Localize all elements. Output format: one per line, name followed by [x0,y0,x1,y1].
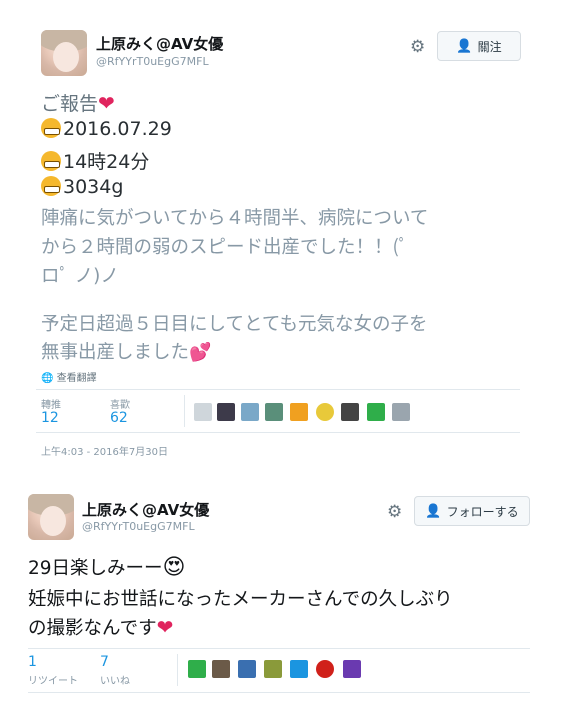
tweet-line: 妊娠中にお世話になったメーカーさんでの久しぶり [28,589,453,610]
timestamp[interactable]: 上午4:03 - 2016年7月30日 [41,443,168,458]
follow-button[interactable]: 👤 關注 [437,31,521,61]
avatar[interactable] [41,30,87,76]
user-handle[interactable]: @RfYYrT0uEgG7MFL [82,520,195,533]
liker-avatar[interactable] [392,403,410,421]
tweet-line: 29日楽しみーー😍 [28,554,185,580]
tweet-card-2: 上原みく@AV女優 @RfYYrT0uEgG7MFL ⚙ 👤 フォローする 29… [0,470,562,708]
heart-emoji: 💕 [189,342,212,363]
add-user-icon: 👤 [456,38,473,54]
liker-avatar[interactable] [188,660,206,678]
tweet-line: から２時間の弱のスピード出産でした！！(ﾟ [41,237,409,258]
liker-avatar[interactable] [316,660,334,678]
add-user-icon: 👤 [425,503,442,519]
liker-avatar[interactable] [217,403,235,421]
gear-icon[interactable]: ⚙ [410,37,425,57]
divider [28,692,530,693]
tweet-line-text: 2016.07.29 [63,118,172,140]
divider [28,648,530,649]
retweets-count[interactable]: 1 [28,654,37,670]
gear-icon[interactable]: ⚙ [387,502,402,522]
retweets-label[interactable]: 轉推 [41,396,61,411]
liker-avatar[interactable] [343,660,361,678]
liker-avatar[interactable] [212,660,230,678]
user-handle[interactable]: @RfYYrT0uEgG7MFL [96,55,209,68]
divider [177,654,178,686]
tweet-line: ロﾟ ノ)ノ [41,266,119,287]
tweet-line: 2016.07.29 [41,118,172,140]
tweet-line: 3034g [41,176,123,198]
divider [184,395,185,427]
liker-avatar[interactable] [290,403,308,421]
liker-avatar[interactable] [264,660,282,678]
liker-avatar[interactable] [241,403,259,421]
tweet-line: の撮影なんです❤ [28,614,173,640]
likes-count[interactable]: 62 [110,410,128,426]
tweet-line: ご報告❤ [41,89,115,116]
tweet-line: 予定日超過５日目にしてとても元気な女の子を [41,314,428,335]
divider [36,432,520,433]
avatar[interactable] [28,494,74,540]
follow-button-label: フォローする [446,504,519,519]
grinning-face-emoji [41,118,61,138]
heart-eyes-emoji: 😍 [162,555,186,580]
tweet-line: 無事出産しました💕 [41,338,211,364]
heart-emoji: ❤ [98,91,115,115]
grinning-face-emoji [41,176,61,196]
tweet-line-text: 3034g [63,176,124,198]
liker-avatar[interactable] [265,403,283,421]
likes-count[interactable]: 7 [100,654,109,670]
liker-avatar[interactable] [341,403,359,421]
likes-label[interactable]: 喜歡 [110,396,130,411]
tweet-line-text: 無事出産しました [41,342,190,363]
tweet-line-text: 14時24分 [63,151,150,173]
display-name[interactable]: 上原みく@AV女優 [82,499,209,520]
follow-button[interactable]: 👤 フォローする [414,496,530,526]
divider [36,389,520,390]
translate-label: 查看翻譯 [56,373,97,384]
retweets-count[interactable]: 12 [41,410,59,426]
tweet-line-text: 29日楽しみーー [28,558,163,579]
liker-avatar[interactable] [194,403,212,421]
translate-link[interactable]: 🌐 查看翻譯 [41,369,97,384]
liker-avatar[interactable] [290,660,308,678]
liker-avatar[interactable] [238,660,256,678]
globe-icon: 🌐 [41,373,54,384]
liker-avatar[interactable] [316,403,334,421]
retweets-label[interactable]: リツイート [28,672,78,687]
tweet-line: 14時24分 [41,147,149,174]
grinning-face-emoji [41,151,61,171]
tweet-card-1: 上原みく@AV女優 @RfYYrT0uEgG7MFL ⚙ 👤 關注 ご報告❤ 2… [0,0,562,470]
tweet-line-text: の撮影なんです [28,618,157,639]
liker-avatar[interactable] [367,403,385,421]
tweet-line-text: ご報告 [41,93,99,115]
heart-emoji: ❤ [156,615,174,639]
likes-label[interactable]: いいね [100,672,130,687]
display-name[interactable]: 上原みく@AV女優 [96,33,223,54]
tweet-line: 陣痛に気がついてから４時間半、病院について [41,208,429,229]
follow-button-label: 關注 [477,39,502,54]
